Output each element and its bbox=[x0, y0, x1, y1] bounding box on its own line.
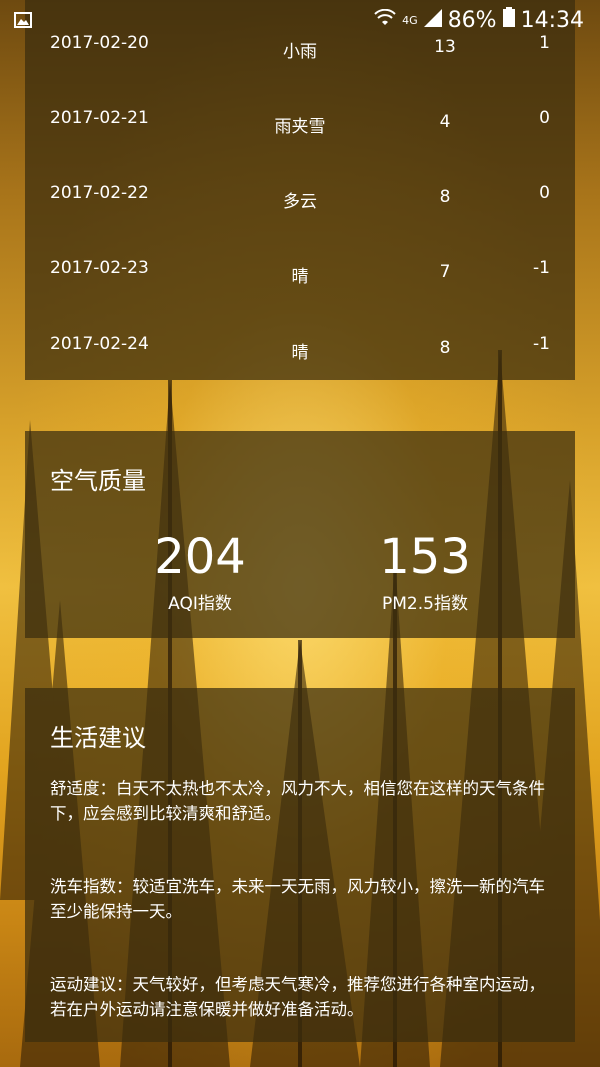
aqi-label: AQI指数 bbox=[168, 594, 232, 614]
forecast-weather: 小雨 bbox=[283, 42, 317, 62]
battery-icon bbox=[502, 7, 515, 33]
forecast-weather: 晴 bbox=[291, 343, 309, 363]
clock: 14:34 bbox=[520, 7, 584, 33]
pm25-metric: 153 PM2.5指数 bbox=[325, 529, 525, 614]
forecast-date: 2017-02-21 bbox=[50, 108, 149, 128]
forecast-card: 2017-02-20 小雨 13 1 2017-02-21 雨夹雪 4 0 20… bbox=[25, 0, 575, 380]
forecast-row: 2017-02-23 晴 7 -1 bbox=[25, 254, 575, 287]
air-quality-card: 空气质量 204 AQI指数 153 PM2.5指数 bbox=[25, 431, 575, 638]
life-suggestions-title: 生活建议 bbox=[50, 724, 146, 752]
forecast-low-temp: 0 bbox=[539, 183, 550, 203]
gallery-notification-icon bbox=[14, 12, 32, 28]
forecast-row: 2017-02-24 晴 8 -1 bbox=[25, 330, 575, 363]
forecast-low-temp: -1 bbox=[533, 334, 550, 354]
forecast-date: 2017-02-24 bbox=[50, 334, 149, 354]
forecast-high-temp: 8 bbox=[439, 338, 451, 358]
pm25-label: PM2.5指数 bbox=[382, 594, 468, 614]
forecast-weather: 晴 bbox=[291, 267, 309, 287]
signal-icon bbox=[423, 8, 442, 33]
battery-percent: 86% bbox=[447, 7, 497, 33]
pm25-value: 153 bbox=[379, 529, 471, 585]
wifi-icon bbox=[374, 8, 396, 33]
forecast-high-temp: 7 bbox=[439, 262, 451, 282]
status-bar: 4G 86% 14:34 bbox=[0, 0, 600, 40]
forecast-date: 2017-02-22 bbox=[50, 183, 149, 203]
forecast-low-temp: -1 bbox=[533, 258, 550, 278]
forecast-date: 2017-02-23 bbox=[50, 258, 149, 278]
forecast-high-temp: 8 bbox=[439, 187, 451, 207]
forecast-low-temp: 0 bbox=[539, 108, 550, 128]
air-quality-title: 空气质量 bbox=[50, 467, 146, 495]
forecast-high-temp: 13 bbox=[434, 37, 456, 57]
aqi-value: 204 bbox=[154, 529, 246, 585]
comfort-suggestion: 舒适度：白天不太热也不太冷，风力不大，相信您在这样的天气条件下，应会感到比较清爽… bbox=[50, 779, 545, 823]
forecast-high-temp: 4 bbox=[439, 112, 451, 132]
network-type-label: 4G bbox=[402, 13, 418, 27]
forecast-weather: 雨夹雪 bbox=[274, 117, 326, 137]
aqi-metric: 204 AQI指数 bbox=[100, 529, 300, 614]
life-suggestions-card: 生活建议 舒适度：白天不太热也不太冷，风力不大，相信您在这样的天气条件下，应会感… bbox=[25, 688, 575, 1042]
forecast-weather: 多云 bbox=[283, 192, 317, 212]
forecast-row: 2017-02-22 多云 8 0 bbox=[25, 179, 575, 212]
carwash-suggestion: 洗车指数：较适宜洗车，未来一天无雨，风力较小，擦洗一新的汽车至少能保持一天。 bbox=[50, 877, 545, 921]
forecast-row: 2017-02-21 雨夹雪 4 0 bbox=[25, 104, 575, 137]
sport-suggestion: 运动建议：天气较好，但考虑天气寒冷，推荐您进行各种室内运动，若在户外运动请注意保… bbox=[50, 975, 545, 1019]
